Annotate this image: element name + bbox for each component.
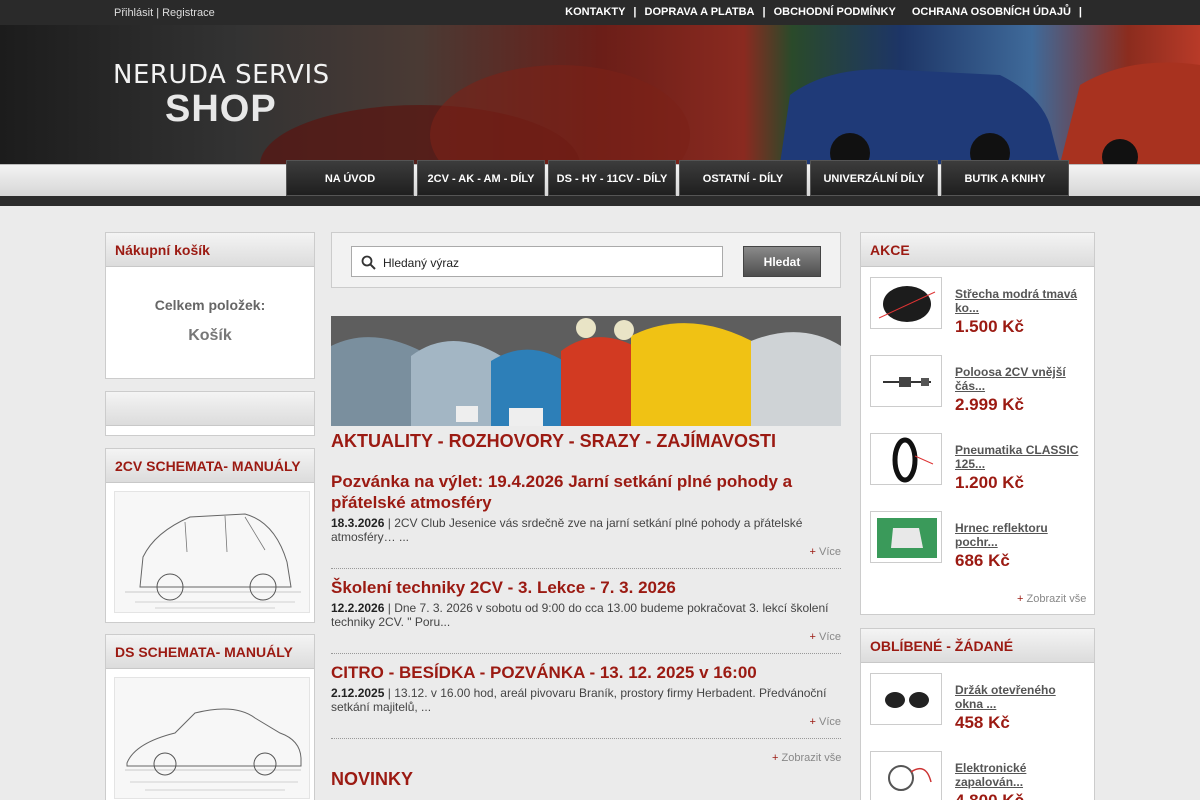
logo-line2: SHOP xyxy=(165,88,277,130)
news-date: 18.3.2026 xyxy=(331,516,385,530)
product-price: 1.200 Kč xyxy=(955,473,1024,492)
oblibene-panel: OBLÍBENÉ - ŽÁDANÉ Držák otevřeného okna … xyxy=(860,628,1095,800)
nav-tab-butik[interactable]: BUTIK A KNIHY xyxy=(941,160,1069,196)
news-heading: AKTUALITY - ROZHOVORY - SRAZY - ZAJÍMAVO… xyxy=(331,431,777,451)
top-link-gdpr[interactable]: OCHRANA OSOBNÍCH ÚDAJŮ xyxy=(904,6,1079,18)
nav-tab-ostatni[interactable]: OSTATNÍ - DÍLY xyxy=(679,160,807,196)
search-input[interactable]: Hledaný výraz xyxy=(351,246,723,277)
logo-line1: NERUDA SERVIS xyxy=(113,60,330,90)
search-icon xyxy=(361,255,376,273)
product-thumb[interactable] xyxy=(870,355,942,407)
akce-title: AKCE xyxy=(861,233,1094,267)
auth-links: Přihlásit | Registrace xyxy=(114,7,215,19)
news-excerpt: 13.12. v 16.00 hod, areál pivovaru Braní… xyxy=(331,686,827,714)
news-text: 18.3.2026 | 2CV Club Jesenice vás srdečn… xyxy=(331,516,803,544)
news-title[interactable]: CITRO - BESÍDKA - POZVÁNKA - 13. 12. 202… xyxy=(331,662,841,683)
cart-total-label: Celkem položek: xyxy=(154,297,266,313)
search-button[interactable]: Hledat xyxy=(743,246,821,277)
divider xyxy=(331,738,841,739)
news-date: 2.12.2025 xyxy=(331,686,385,700)
news-photo xyxy=(331,316,841,426)
nav-tab-uvod[interactable]: NA ÚVOD xyxy=(286,160,414,196)
product-thumb[interactable] xyxy=(870,511,942,563)
product-thumb[interactable] xyxy=(870,433,942,485)
product-price: 458 Kč xyxy=(955,713,1010,732)
product-price: 4.800 Kč xyxy=(955,791,1024,800)
product-item[interactable]: Poloosa 2CV vnější čás... 2.999 Kč xyxy=(870,355,1090,414)
auth-separator: | xyxy=(156,7,160,19)
product-price: 1.500 Kč xyxy=(955,317,1024,336)
product-name[interactable]: Elektronické zapalován... xyxy=(955,761,1085,789)
news-item: Školení techniky 2CV - 3. Lekce - 7. 3. … xyxy=(331,577,841,647)
news-excerpt: Dne 7. 3. 2026 v sobotu od 9:00 do cca 1… xyxy=(331,601,829,629)
news-more-link[interactable]: Více xyxy=(810,716,841,728)
top-link-podminky[interactable]: OBCHODNÍ PODMÍNKY xyxy=(766,6,904,18)
news-title[interactable]: Školení techniky 2CV - 3. Lekce - 7. 3. … xyxy=(331,577,841,598)
top-bar: Přihlásit | Registrace KONTAKTY | DOPRAVA… xyxy=(0,0,1200,25)
news-show-all-link[interactable]: Zobrazit vše xyxy=(772,752,841,764)
product-item[interactable]: Elektronické zapalován... 4.800 Kč xyxy=(870,751,1090,800)
news-title[interactable]: Pozvánka na výlet: 19.4.2026 Jarní setká… xyxy=(331,471,841,513)
schema-ds-title[interactable]: DS SCHEMATA- MANUÁLY xyxy=(106,635,314,669)
schema-2cv-title[interactable]: 2CV SCHEMATA- MANUÁLY xyxy=(106,449,314,483)
product-item[interactable]: Držák otevřeného okna ... 458 Kč xyxy=(870,673,1090,732)
nav-tab-2cv[interactable]: 2CV - AK - AM - DÍLY xyxy=(417,160,545,196)
product-thumb[interactable] xyxy=(870,277,942,329)
news-more-link[interactable]: Více xyxy=(810,546,841,558)
cart-panel: Nákupní košík Celkem položek: Košík xyxy=(105,232,315,379)
news-text: 2.12.2025 | 13.12. v 16.00 hod, areál pi… xyxy=(331,686,827,714)
nav-tab-ds[interactable]: DS - HY - 11CV - DÍLY xyxy=(548,160,676,196)
novinky-heading: NOVINKY xyxy=(331,769,414,789)
divider xyxy=(331,653,841,654)
product-item[interactable]: Pneumatika CLASSIC 125... 1.200 Kč xyxy=(870,433,1090,492)
empty-panel xyxy=(105,391,315,436)
register-link[interactable]: Registrace xyxy=(162,7,215,19)
cart-title: Nákupní košík xyxy=(106,233,314,267)
site-logo[interactable]: NERUDA SERVIS SHOP xyxy=(113,60,330,131)
news-item: CITRO - BESÍDKA - POZVÁNKA - 13. 12. 202… xyxy=(331,662,841,732)
product-item[interactable]: Střecha modrá tmavá ko... 1.500 Kč xyxy=(870,277,1090,336)
main-nav: NA ÚVOD 2CV - AK - AM - DÍLY DS - HY - 1… xyxy=(286,160,1069,196)
login-link[interactable]: Přihlásit xyxy=(114,7,153,19)
news-date: 12.2.2026 xyxy=(331,601,385,615)
main-nav-strip xyxy=(0,196,1200,206)
product-name[interactable]: Poloosa 2CV vnější čás... xyxy=(955,365,1085,393)
cart-link[interactable]: Košík xyxy=(106,327,314,345)
akce-show-all-link[interactable]: Zobrazit vše xyxy=(1017,593,1086,605)
nav-tab-univerzalni[interactable]: UNIVERZÁLNÍ DÍLY xyxy=(810,160,938,196)
schema-2cv-panel: 2CV SCHEMATA- MANUÁLY xyxy=(105,448,315,623)
schema-ds-image[interactable] xyxy=(114,677,310,799)
news-item: Pozvánka na výlet: 19.4.2026 Jarní setká… xyxy=(331,471,841,558)
news-more-link[interactable]: Více xyxy=(810,631,841,643)
header-banner: NERUDA SERVIS SHOP xyxy=(0,25,1200,164)
search-box: Hledaný výraz Hledat xyxy=(331,232,841,288)
top-link-doprava[interactable]: DOPRAVA A PLATBA xyxy=(637,6,763,18)
product-thumb[interactable] xyxy=(870,751,942,800)
product-price: 686 Kč xyxy=(955,551,1010,570)
news-text: 12.2.2026 | Dne 7. 3. 2026 v sobotu od 9… xyxy=(331,601,829,629)
news-excerpt: 2CV Club Jesenice vás srdečně zve na jar… xyxy=(331,516,803,544)
akce-panel: AKCE Střecha modrá tmavá ko... 1.500 Kč … xyxy=(860,232,1095,615)
empty-panel-head xyxy=(106,392,314,426)
top-nav: KONTAKTY | DOPRAVA A PLATBA | OBCHODNÍ POD… xyxy=(557,6,1082,18)
product-name[interactable]: Hrnec reflektoru pochr... xyxy=(955,521,1085,549)
top-link-kontakty[interactable]: KONTAKTY xyxy=(557,6,633,18)
divider xyxy=(331,568,841,569)
product-thumb[interactable] xyxy=(870,673,942,725)
product-name[interactable]: Pneumatika CLASSIC 125... xyxy=(955,443,1085,471)
schema-2cv-image[interactable] xyxy=(114,491,310,613)
oblibene-title: OBLÍBENÉ - ŽÁDANÉ xyxy=(861,629,1094,663)
product-item[interactable]: Hrnec reflektoru pochr... 686 Kč xyxy=(870,511,1090,570)
schema-ds-panel: DS SCHEMATA- MANUÁLY xyxy=(105,634,315,800)
product-name[interactable]: Střecha modrá tmavá ko... xyxy=(955,287,1085,315)
product-price: 2.999 Kč xyxy=(955,395,1024,414)
product-name[interactable]: Držák otevřeného okna ... xyxy=(955,683,1085,711)
